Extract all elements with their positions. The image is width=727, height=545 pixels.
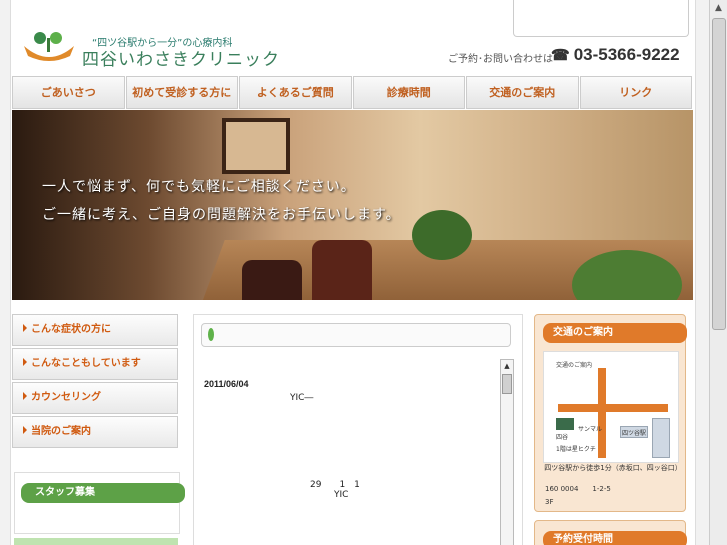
hours-title[interactable]: 予約受付時間: [543, 531, 687, 545]
top-search-box: [513, 0, 689, 37]
clinic-logo-icon: [24, 32, 74, 61]
sidebar-item-counseling[interactable]: カウンセリング: [12, 382, 178, 414]
sidebar-item-label: カウンセリング: [31, 392, 101, 403]
scroll-up-icon[interactable]: ▲: [501, 360, 513, 372]
phone-number: ☎ 03-5366-9222: [551, 45, 680, 65]
page: “四ツ谷駅から一分”の心療内科 四谷いわさきクリニック ご予約･お問い合わせは …: [0, 0, 727, 545]
hero-chair: [312, 240, 372, 300]
news-panel: ▲ 2011/06/04 YIC― 29 1 1 YIC: [193, 314, 523, 545]
sidebar-item-symptoms[interactable]: こんな症状の方に: [12, 314, 178, 346]
main-nav: ごあいさつ 初めて受診する方に よくあるご質問 診療時間 交通のご案内 リンク: [12, 76, 693, 109]
phone-text: 03-5366-9222: [573, 45, 680, 64]
arrow-icon: [23, 358, 27, 366]
staff-box: スタッフ募集: [14, 472, 185, 534]
map-block: [652, 418, 670, 458]
news-header: [201, 323, 511, 347]
post-body: 29 1 1: [310, 480, 360, 490]
nav-item-greeting[interactable]: ごあいさつ: [12, 76, 125, 109]
green-strip: [14, 538, 178, 545]
window-scrollbar[interactable]: ▲: [709, 0, 727, 545]
hero-picture-frame: [222, 118, 290, 174]
hours-panel: 予約受付時間: [534, 520, 687, 545]
map-yotsuya-marker: [556, 418, 574, 430]
map-label-sanmaru: サンマル: [578, 426, 603, 433]
map-title: 交通のご案内: [556, 362, 593, 369]
arrow-icon: [23, 392, 27, 400]
address-line-1: 160 0004 1-2-5: [545, 485, 611, 493]
map-road: [558, 404, 668, 412]
access-note: 四ツ谷駅から徒歩1分（赤坂口、四ッ谷口）: [544, 464, 682, 472]
scroll-up-arrow-icon[interactable]: ▲: [710, 0, 727, 16]
sidebar-right: 交通のご案内 交通のご案内 四谷 サンマル 1階は星ヒクチ 四ツ谷駅 四ツ谷駅か…: [534, 314, 687, 545]
nav-item-first-visit[interactable]: 初めて受診する方に: [125, 76, 238, 109]
hero-line-1: 一人で悩まず、何でも気軽にご相談ください。: [42, 179, 356, 195]
nav-item-links[interactable]: リンク: [579, 76, 692, 109]
sidebar-left: こんな症状の方に こんなこともしています カウンセリング 当院のご案内: [12, 314, 178, 450]
nav-item-hours[interactable]: 診療時間: [352, 76, 465, 109]
sidebar-item-label: こんな症状の方に: [31, 324, 111, 335]
leaf-icon: [208, 328, 214, 341]
post-date: 2011/06/04: [204, 379, 249, 389]
map-road: [598, 368, 606, 458]
hero-line-2: ご一緒に考え、ご自身の問題解決をお手伝いします。: [42, 207, 401, 223]
arrow-icon: [23, 426, 27, 434]
map-label-first-floor: 1階は星ヒクチ: [556, 446, 596, 453]
access-title[interactable]: 交通のご案内: [543, 323, 687, 343]
map-label-station: 四ツ谷駅: [622, 430, 647, 437]
scroll-thumb[interactable]: [502, 374, 512, 394]
telephone-icon: ☎: [551, 47, 570, 64]
contact-label: ご予約･お問い合わせは: [448, 54, 553, 65]
sidebar-item-about[interactable]: 当院のご案内: [12, 416, 178, 448]
nav-item-access[interactable]: 交通のご案内: [466, 76, 579, 109]
hero-banner: 一人で悩まず、何でも気軽にご相談ください。 ご一緒に考え、ご自身の問題解決をお手…: [12, 110, 693, 300]
hero-chair: [242, 260, 302, 300]
staff-recruit-banner[interactable]: スタッフ募集: [21, 483, 185, 503]
map-label-yotsuya: 四谷: [556, 434, 569, 441]
access-panel: 交通のご案内 交通のご案内 四谷 サンマル 1階は星ヒクチ 四ツ谷駅 四ツ谷駅か…: [534, 314, 687, 512]
news-scrollbar[interactable]: ▲: [500, 359, 514, 545]
window-scroll-thumb[interactable]: [712, 18, 726, 330]
sidebar-item-label: 当院のご案内: [31, 426, 91, 437]
arrow-icon: [23, 324, 27, 332]
nav-item-faq[interactable]: よくあるご質問: [239, 76, 352, 109]
post-sign: YIC: [334, 490, 349, 500]
post-title: YIC―: [290, 393, 314, 403]
hero-plant: [412, 210, 472, 260]
address-line-2: 3F: [545, 498, 554, 506]
clinic-name[interactable]: 四谷いわさきクリニック: [82, 45, 280, 70]
access-map[interactable]: 交通のご案内 四谷 サンマル 1階は星ヒクチ 四ツ谷駅: [543, 351, 679, 463]
sidebar-item-services[interactable]: こんなこともしています: [12, 348, 178, 380]
address: 160 0004 1-2-5 3F: [545, 483, 611, 509]
sidebar-item-label: こんなこともしています: [31, 358, 141, 369]
